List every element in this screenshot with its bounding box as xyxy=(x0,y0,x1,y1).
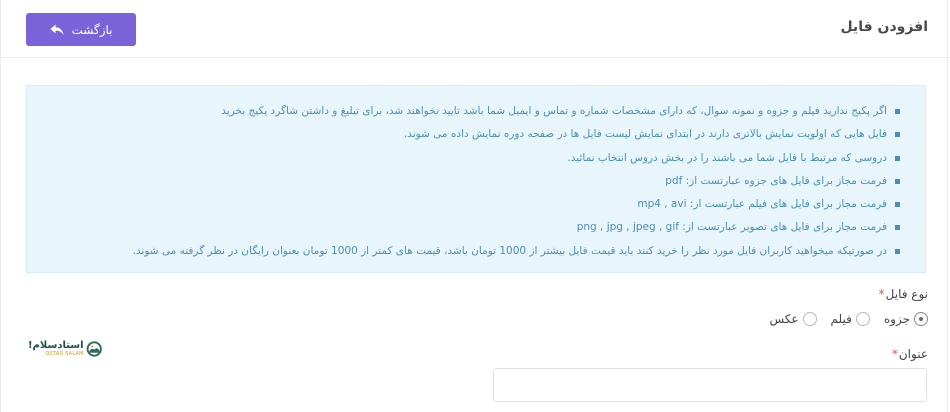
info-item-text: فرمت مجاز برای فایل های جزوه عبارتست از:… xyxy=(665,174,887,187)
back-button[interactable]: بازگشت xyxy=(26,13,136,46)
ostad-salam-logo: استادسلام! OSTAD SALAM xyxy=(28,336,102,362)
info-item: فرمت مجاز برای فایل های جزوه عبارتست از:… xyxy=(37,172,900,195)
info-item-text: فرمت مجاز برای فایل های فیلم عبارتست از:… xyxy=(637,198,887,211)
radio-button-image[interactable] xyxy=(802,312,817,326)
file-type-label-text: نوع فایل xyxy=(885,287,928,301)
logo-text-en: OSTAD SALAM xyxy=(45,351,84,357)
title-input[interactable] xyxy=(493,368,927,402)
logo-text-fa: استادسلام! xyxy=(28,340,84,351)
info-item-text: فرمت مجاز برای فایل های تصویر عبارتست از… xyxy=(576,221,887,234)
radio-label-video: فیلم xyxy=(830,312,852,326)
info-item: فرمت مجاز برای فایل های تصویر عبارتست از… xyxy=(37,218,900,241)
info-item: فایل هایی که اولویت نمایش بالاتری دارند … xyxy=(37,125,900,148)
page-header: افزودن فایل بازگشت xyxy=(0,0,950,58)
info-item-text: در صورتیکه میخواهید کاربران فایل مورد نظ… xyxy=(132,244,887,257)
bullet-square-icon xyxy=(895,132,900,138)
bullet-square-icon xyxy=(895,202,900,208)
page-title: افزودن فایل xyxy=(840,19,928,35)
file-type-radio-group: جزوه فیلم عکس xyxy=(769,312,928,326)
bullet-square-icon xyxy=(895,109,900,114)
info-item: فرمت مجاز برای فایل های فیلم عبارتست از:… xyxy=(37,195,900,218)
info-item-text: فایل هایی که اولویت نمایش بالاتری دارند … xyxy=(403,128,887,141)
radio-option-video[interactable]: فیلم xyxy=(831,312,870,326)
info-alert-box: اگر پکیج ندارید فیلم و جزوه و نمونه سوال… xyxy=(26,85,926,273)
radio-button-booklet[interactable] xyxy=(914,312,928,326)
radio-option-image[interactable]: عکس xyxy=(769,312,817,326)
info-item-text: اگر پکیج ندارید فیلم و جزوه و نمونه سوال… xyxy=(221,105,887,117)
bullet-square-icon xyxy=(895,155,900,161)
bullet-square-icon xyxy=(895,248,900,254)
radio-button-video[interactable] xyxy=(855,312,870,326)
logo-text: استادسلام! OSTAD SALAM xyxy=(28,340,84,358)
bullet-square-icon xyxy=(895,178,900,184)
radio-option-booklet[interactable]: جزوه xyxy=(884,312,928,326)
title-label-text: عنوان xyxy=(898,347,928,361)
logo-emblem-icon xyxy=(86,341,102,357)
title-label: عنوان* xyxy=(892,347,928,361)
info-list: اگر پکیج ندارید فیلم و جزوه و نمونه سوال… xyxy=(37,102,900,265)
bullet-square-icon xyxy=(895,225,900,231)
radio-label-image: عکس xyxy=(769,312,799,326)
reply-arrow-icon xyxy=(50,24,64,36)
file-type-label: نوع فایل* xyxy=(879,287,928,301)
required-mark: * xyxy=(878,287,885,301)
back-button-label: بازگشت xyxy=(71,22,113,37)
info-item: اگر پکیج ندارید فیلم و جزوه و نمونه سوال… xyxy=(37,102,900,125)
info-item: دروسی که مرتبط با فایل شما می باشند را د… xyxy=(37,149,900,172)
info-item: در صورتیکه میخواهید کاربران فایل مورد نظ… xyxy=(37,242,900,265)
required-mark: * xyxy=(891,347,898,361)
info-item-text: دروسی که مرتبط با فایل شما می باشند را د… xyxy=(567,151,887,164)
radio-label-booklet: جزوه xyxy=(883,312,910,326)
